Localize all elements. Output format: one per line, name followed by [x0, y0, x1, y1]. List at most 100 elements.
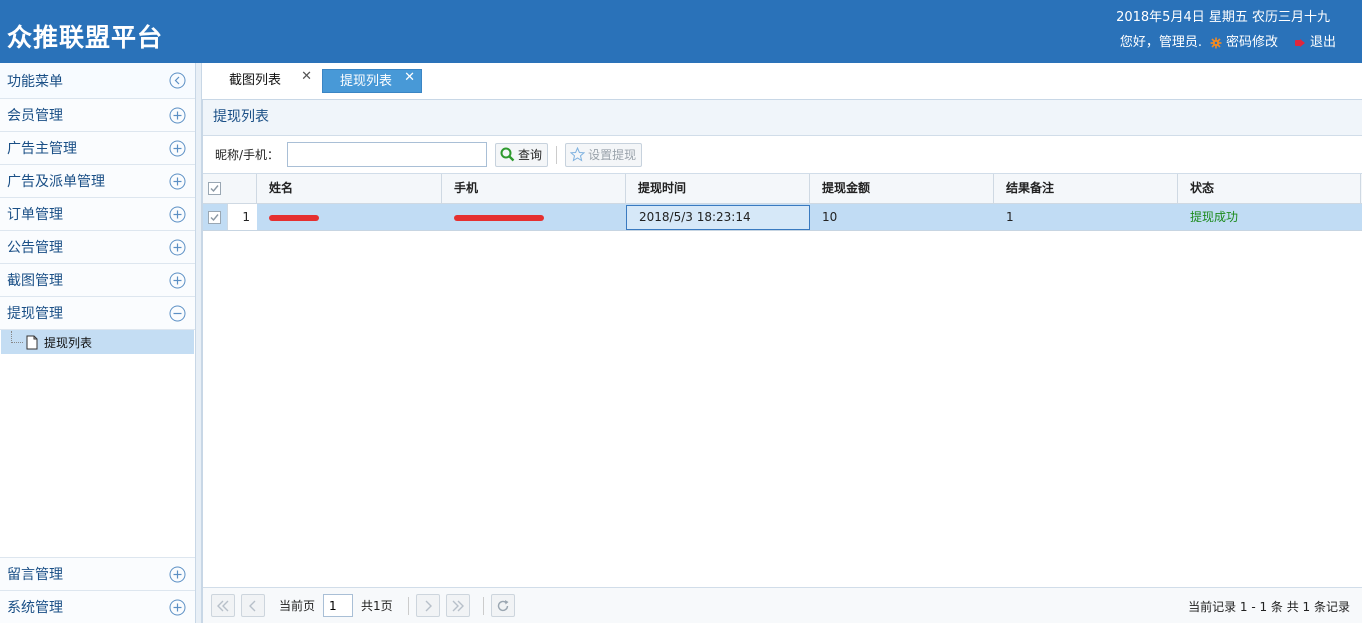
expand-icon [169, 206, 186, 222]
select-all-checkbox[interactable] [203, 174, 257, 203]
app-title: 众推联盟平台 [7, 23, 164, 52]
withdraw-grid: 姓名 手机 提现时间 提现金额 结果备注 状态 1 2018/5/3 18:23… [203, 174, 1362, 231]
filter-label: 昵称/手机： [215, 148, 280, 162]
sidebar-item-announcements[interactable]: 公告管理 [0, 231, 195, 264]
expand-icon [169, 140, 186, 156]
redaction-mark [269, 214, 319, 221]
sidebar-item-label: 会员管理 [7, 108, 63, 124]
user-bar: 您好，管理员. 密码修改 退出 [1120, 34, 1336, 52]
next-page-button[interactable] [415, 594, 440, 617]
last-page-icon [452, 600, 464, 611]
cell-name [257, 204, 442, 230]
pager-divider [482, 596, 484, 615]
sidebar-item-label: 公告管理 [7, 240, 63, 256]
first-page-icon [217, 600, 229, 611]
sidebar-subitem-withdraw-list[interactable]: 提现列表 [1, 330, 194, 354]
column-header-note[interactable]: 结果备注 [994, 174, 1178, 203]
sidebar-item-label: 留言管理 [7, 567, 63, 583]
chevron-left-icon [249, 600, 256, 611]
expand-icon [169, 272, 186, 288]
sidebar-item-orders[interactable]: 订单管理 [0, 198, 195, 231]
logout-label: 退出 [1309, 35, 1336, 50]
sidebar-bottom: 留言管理 系统管理 [0, 557, 195, 623]
page-number-input[interactable] [323, 594, 354, 617]
sidebar: 功能菜单 会员管理 广告主管理 广告及派单管理 订单管理 公告管理 截图管理 提… [0, 63, 196, 623]
tab-screenshot-list[interactable]: 截图列表 ✕ [212, 69, 322, 93]
sidebar-item-label: 广告及派单管理 [7, 174, 105, 190]
pager-divider [407, 596, 409, 615]
redaction-mark [454, 214, 544, 221]
collapse-sidebar-icon[interactable] [169, 72, 186, 89]
content-panel: 提现列表 昵称/手机： 查询 设置提现 姓名 手机 提现时间 提现金额 结果备注… [202, 100, 1362, 623]
sidebar-item-label: 广告主管理 [7, 141, 77, 157]
menu-title-label: 功能菜单 [7, 73, 63, 90]
greeting-text: 您好，管理员. [1119, 35, 1202, 50]
change-password-label: 密码修改 [1225, 35, 1278, 50]
checkbox [208, 182, 221, 195]
checkbox [208, 210, 221, 224]
star-icon [570, 147, 586, 162]
expand-icon [169, 599, 186, 615]
cell-phone [442, 204, 626, 230]
table-row[interactable]: 1 2018/5/3 18:23:14 10 1 提现成功 [203, 204, 1362, 231]
sidebar-item-ads-dispatch[interactable]: 广告及派单管理 [0, 165, 195, 198]
search-label: 查询 [518, 148, 543, 162]
check-icon [210, 185, 219, 193]
app-header: 众推联盟平台 2018年5月4日 星期五 农历三月十九 您好，管理员. 密码修改… [0, 0, 1362, 63]
column-header-name[interactable]: 姓名 [257, 174, 442, 203]
cell-note: 1 [1006, 210, 1014, 224]
search-icon [500, 147, 515, 162]
tab-bar: 截图列表 ✕ 提现列表 ✕ [202, 63, 1362, 100]
close-icon[interactable]: ✕ [404, 66, 415, 90]
expand-icon [169, 566, 186, 582]
expand-icon [169, 239, 186, 255]
column-header-phone[interactable]: 手机 [442, 174, 626, 203]
column-header-time[interactable]: 提现时间 [626, 174, 810, 203]
date-display: 2018年5月4日 星期五 农历三月十九 [1116, 10, 1330, 25]
sidebar-item-withdrawals[interactable]: 提现管理 [0, 297, 195, 330]
filter-toolbar: 昵称/手机： 查询 设置提现 [203, 136, 1362, 174]
sidebar-item-system[interactable]: 系统管理 [0, 590, 195, 623]
cell-amount: 10 [822, 210, 838, 224]
grid-header: 姓名 手机 提现时间 提现金额 结果备注 状态 [203, 174, 1362, 204]
column-header-amount[interactable]: 提现金额 [810, 174, 994, 203]
logout-icon [1294, 38, 1305, 47]
expand-icon [169, 107, 186, 123]
prev-page-button[interactable] [241, 594, 265, 617]
chevron-right-icon [425, 600, 432, 611]
refresh-button[interactable] [490, 594, 515, 617]
set-withdraw-label: 设置提现 [588, 148, 637, 162]
sidebar-item-label: 提现管理 [7, 306, 63, 322]
sidebar-item-label: 截图管理 [7, 273, 63, 289]
search-button[interactable]: 查询 [495, 142, 549, 167]
set-withdraw-button[interactable]: 设置提现 [565, 142, 643, 167]
sidebar-menu-title: 功能菜单 [0, 63, 195, 99]
nickname-phone-input[interactable] [287, 142, 488, 167]
sidebar-item-label: 订单管理 [7, 207, 63, 223]
logout-link[interactable]: 退出 [1294, 34, 1336, 52]
close-icon[interactable]: ✕ [301, 65, 312, 89]
collapse-icon [169, 305, 186, 321]
first-page-button[interactable] [211, 594, 235, 617]
sidebar-item-screenshots[interactable]: 截图管理 [0, 264, 195, 297]
cell-time[interactable]: 2018/5/3 18:23:14 [626, 205, 810, 230]
pagination-bar: 当前页 共1页 当前记录 1 - 1 条 共 1 条记录 [203, 587, 1362, 623]
sidebar-item-members[interactable]: 会员管理 [0, 99, 195, 132]
cell-status: 提现成功 [1190, 210, 1239, 224]
last-page-button[interactable] [445, 594, 470, 617]
tab-label: 提现列表 [340, 74, 393, 89]
row-number: 1 [227, 204, 257, 230]
sidebar-item-label: 系统管理 [7, 600, 63, 616]
row-checkbox[interactable] [203, 204, 227, 230]
sidebar-item-messages[interactable]: 留言管理 [0, 557, 195, 590]
record-info: 当前记录 1 - 1 条 共 1 条记录 [1188, 600, 1350, 614]
change-password-link[interactable]: 密码修改 [1210, 34, 1278, 52]
current-page-label: 当前页 [279, 599, 316, 613]
column-header-status[interactable]: 状态 [1178, 174, 1361, 203]
total-pages-label: 共1页 [361, 599, 393, 613]
expand-icon [169, 173, 186, 189]
file-icon [26, 335, 38, 349]
sidebar-item-advertisers[interactable]: 广告主管理 [0, 132, 195, 165]
check-icon [210, 213, 219, 221]
tab-withdraw-list[interactable]: 提现列表 ✕ [322, 69, 422, 93]
